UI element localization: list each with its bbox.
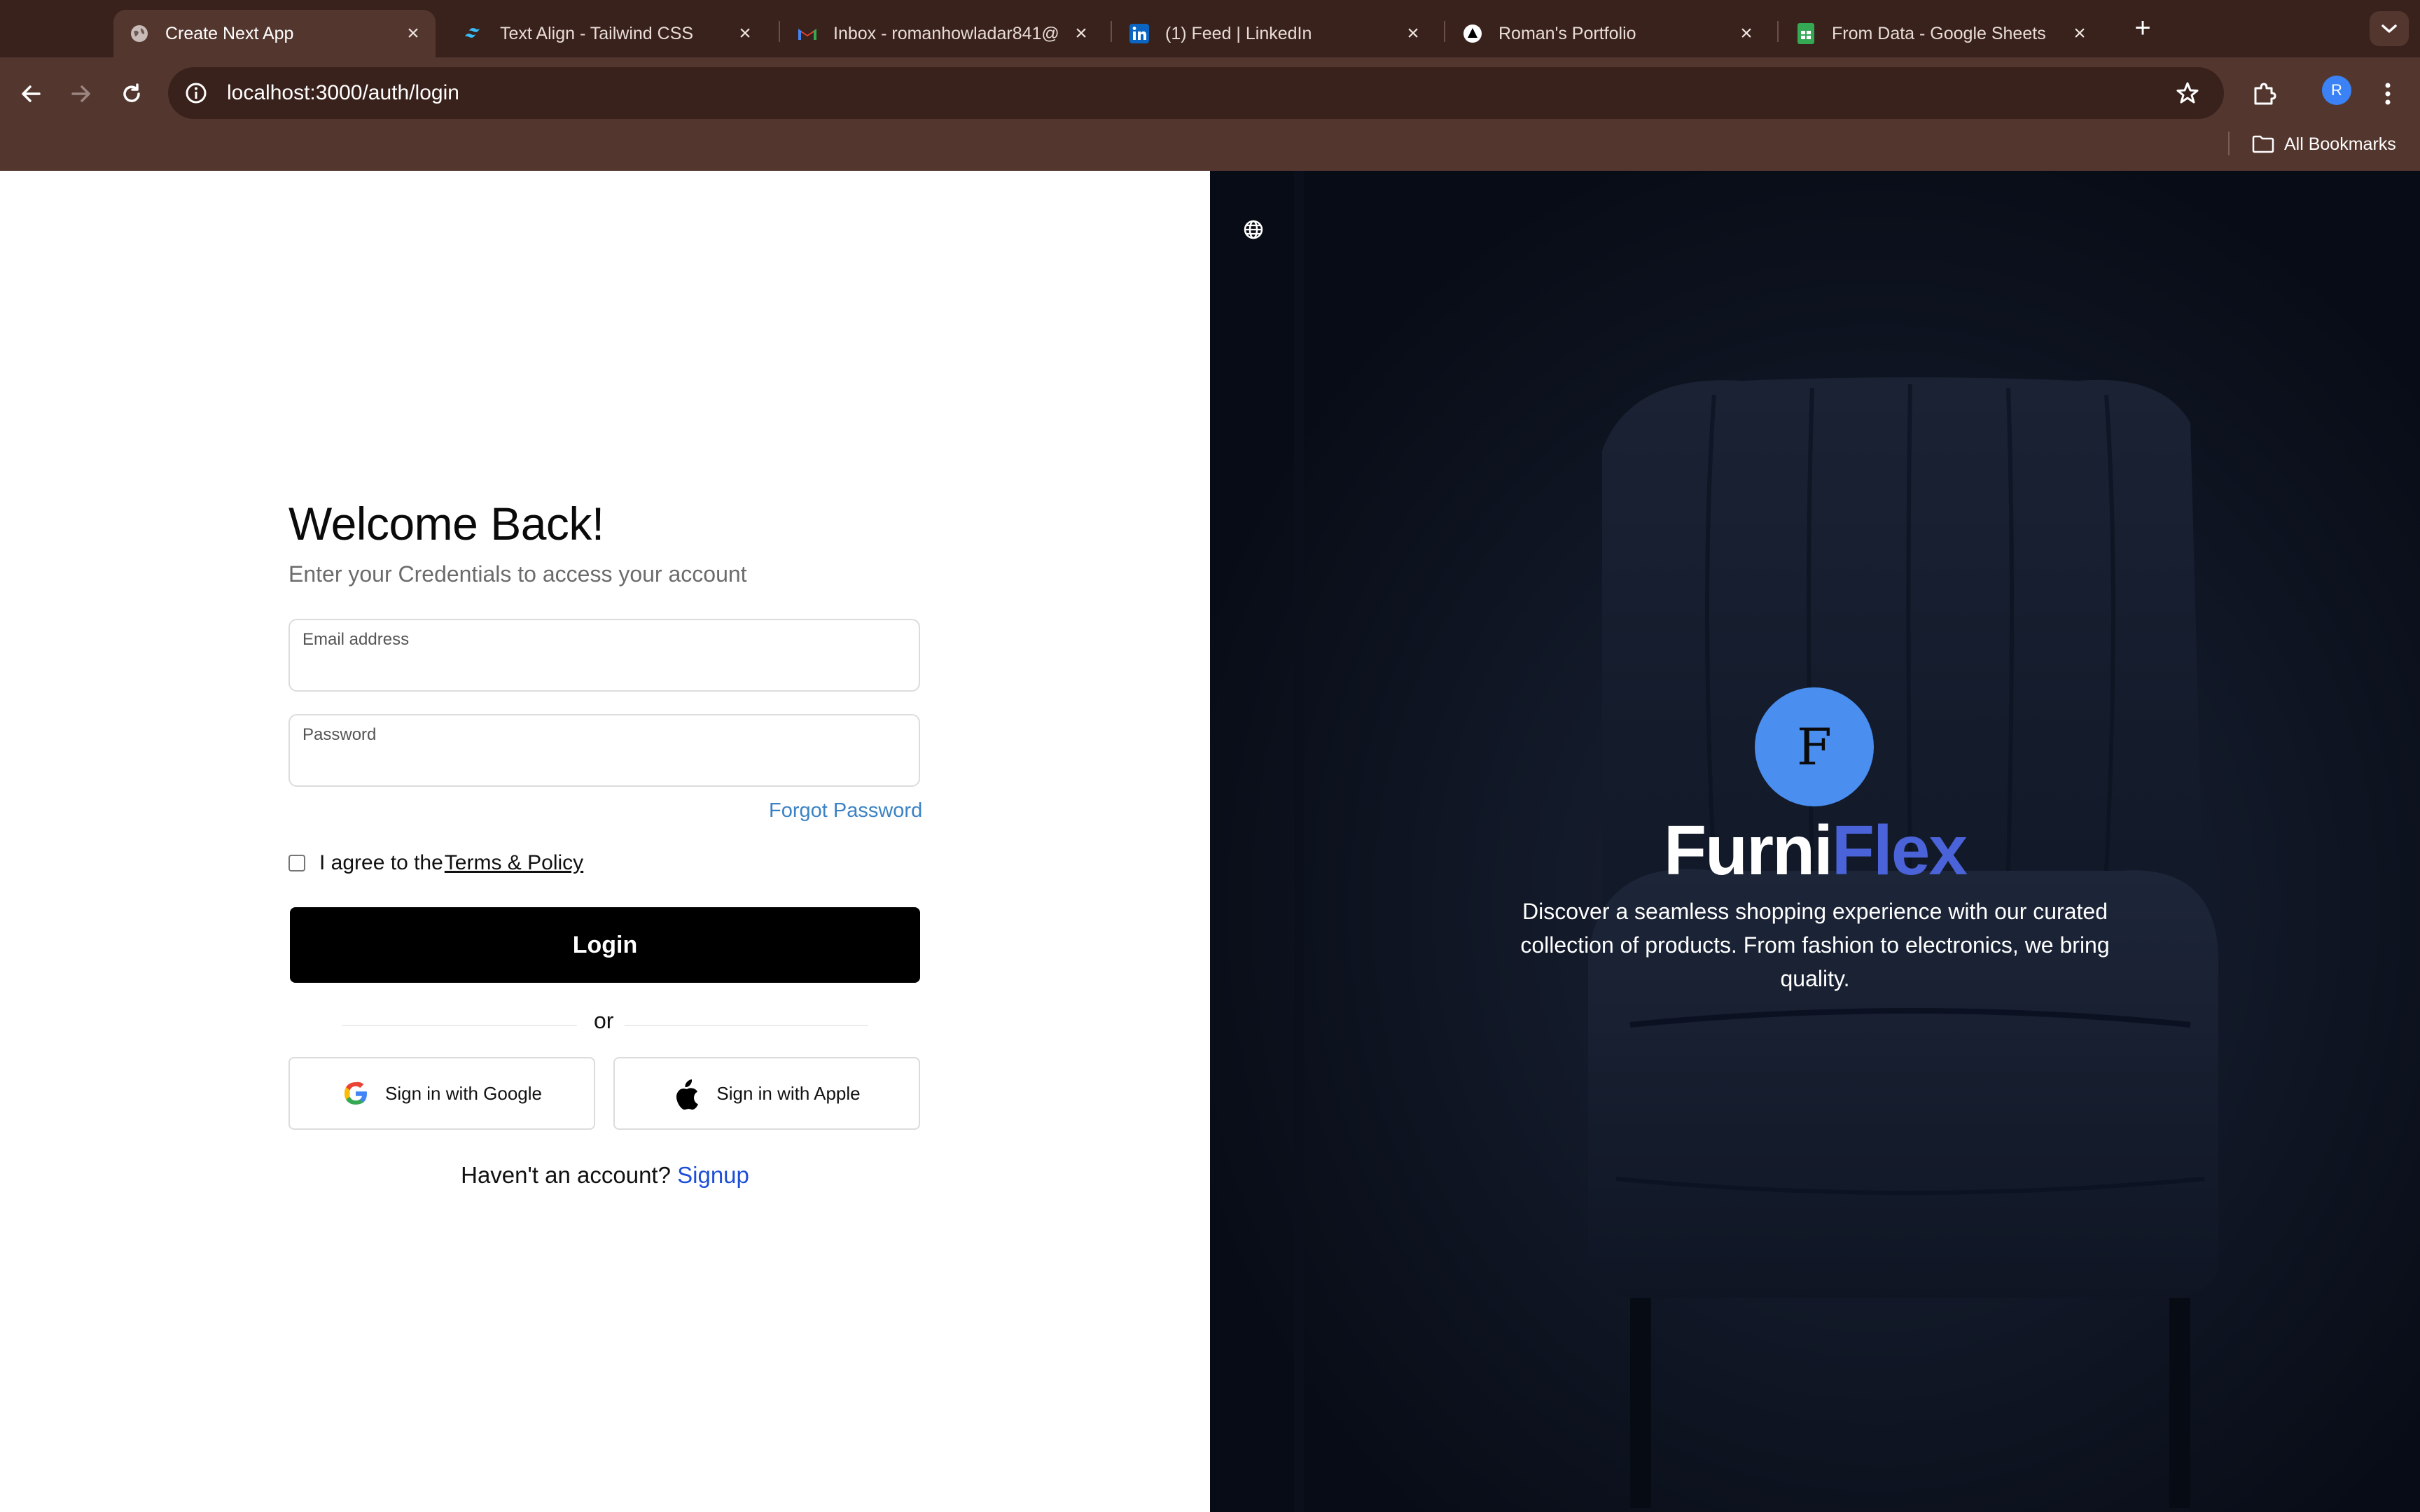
agree-checkbox[interactable]: [288, 855, 305, 872]
gmail-icon: [797, 23, 818, 44]
brand-name-part2: Flex: [1831, 811, 1968, 890]
login-panel: [0, 171, 1210, 1512]
forgot-password-link[interactable]: Forgot Password: [769, 799, 922, 822]
linkedin-icon: [1129, 23, 1150, 44]
url-text: localhost:3000/auth/login: [227, 81, 459, 104]
brand-name: FurniFlex: [1210, 811, 2420, 891]
browser-menu-button[interactable]: [2367, 73, 2409, 115]
more-vertical-icon: [2385, 83, 2391, 105]
terms-link[interactable]: Terms & Policy: [445, 851, 583, 875]
close-icon[interactable]: ×: [732, 22, 758, 46]
reload-icon: [123, 83, 140, 102]
forward-button[interactable]: [60, 73, 102, 115]
profile-avatar[interactable]: R: [2322, 76, 2351, 105]
tab-linkedin[interactable]: (1) Feed | LinkedIn ×: [1113, 10, 1435, 57]
google-signin-button[interactable]: Sign in with Google: [288, 1057, 595, 1130]
apple-signin-button[interactable]: Sign in with Apple: [613, 1057, 920, 1130]
tab-separator: [1777, 21, 1779, 42]
tab-strip: Create Next App × Text Align - Tailwind …: [0, 0, 2420, 57]
tab-create-next-app[interactable]: Create Next App ×: [113, 10, 436, 57]
puzzle-icon: [2254, 83, 2276, 105]
tab-title: Roman's Portfolio: [1498, 23, 1636, 43]
divider-left: [342, 1025, 577, 1026]
all-bookmarks-label: All Bookmarks: [2284, 134, 2396, 154]
close-icon[interactable]: ×: [1400, 22, 1426, 46]
all-bookmarks-button[interactable]: All Bookmarks: [2252, 130, 2396, 158]
signup-link[interactable]: Signup: [677, 1162, 749, 1188]
address-bar[interactable]: localhost:3000/auth/login: [168, 67, 2224, 119]
new-tab-button[interactable]: +: [2122, 10, 2164, 48]
folder-icon: [2252, 135, 2274, 153]
tab-title: Create Next App: [165, 23, 294, 43]
arrow-left-icon: [22, 85, 41, 102]
tab-separator: [1111, 21, 1112, 42]
site-info-icon[interactable]: [181, 78, 211, 108]
tab-separator: [779, 21, 780, 42]
or-separator: or: [594, 1008, 614, 1033]
tab-search-button[interactable]: [2370, 11, 2409, 46]
login-button[interactable]: Login: [290, 907, 920, 983]
google-icon: [342, 1079, 370, 1107]
tab-tailwind[interactable]: Text Align - Tailwind CSS ×: [448, 10, 767, 57]
back-button[interactable]: [10, 73, 52, 115]
password-label: Password: [302, 725, 377, 744]
password-input[interactable]: [302, 750, 908, 783]
chevron-down-icon: [2381, 24, 2397, 33]
bookmark-star-icon[interactable]: [2167, 72, 2209, 114]
agree-text: I agree to the: [319, 851, 443, 874]
page-title: Welcome Back!: [288, 498, 604, 550]
tab-title: From Data - Google Sheets: [1832, 23, 2046, 43]
tab-gmail[interactable]: Inbox - romanhowladar841@ ×: [781, 10, 1104, 57]
reload-button[interactable]: [111, 73, 153, 115]
bookmarks-separator: [2228, 132, 2230, 155]
tab-title: (1) Feed | LinkedIn: [1165, 23, 1312, 43]
sheets-icon: [1795, 23, 1816, 44]
tab-separator: [1444, 21, 1445, 42]
email-field[interactable]: Email address: [288, 619, 920, 692]
google-signin-label: Sign in with Google: [384, 1082, 543, 1104]
close-icon[interactable]: ×: [2067, 22, 2092, 46]
extensions-button[interactable]: [2244, 73, 2286, 115]
signup-row: Haven't an account? Signup: [0, 1162, 1210, 1189]
globe-icon: [129, 23, 150, 44]
page-subtitle: Enter your Credentials to access your ac…: [288, 561, 747, 587]
apple-signin-label: Sign in with Apple: [716, 1082, 861, 1104]
brand-name-part1: Furni: [1663, 811, 1833, 890]
apple-icon: [673, 1077, 701, 1110]
divider-right: [625, 1025, 868, 1026]
password-field[interactable]: Password: [288, 714, 920, 787]
tab-title: Inbox - romanhowladar841@: [833, 23, 1059, 43]
tab-google-sheets[interactable]: From Data - Google Sheets ×: [1780, 10, 2102, 57]
close-icon[interactable]: ×: [401, 22, 426, 46]
tab-title: Text Align - Tailwind CSS: [500, 23, 694, 43]
close-icon[interactable]: ×: [1734, 22, 1759, 46]
email-input[interactable]: [302, 655, 908, 687]
arrow-right-icon: [71, 85, 90, 102]
browser-toolbar: localhost:3000/auth/login All Bookmarks: [0, 57, 2420, 171]
triangle-icon: [1462, 23, 1483, 44]
login-page: Welcome Back! Enter your Credentials to …: [0, 171, 2420, 1512]
agree-row: I agree to the Terms & Policy: [288, 851, 583, 875]
email-label: Email address: [302, 630, 410, 649]
language-globe-icon[interactable]: [1241, 217, 1266, 242]
close-icon[interactable]: ×: [1069, 22, 1094, 46]
brand-tagline: Discover a seamless shopping experience …: [1520, 899, 2110, 991]
signup-prompt: Haven't an account?: [461, 1162, 678, 1188]
tab-portfolio[interactable]: Roman's Portfolio ×: [1447, 10, 1769, 57]
tailwind-icon: [464, 23, 485, 44]
brand-logo: F: [1755, 687, 1874, 806]
